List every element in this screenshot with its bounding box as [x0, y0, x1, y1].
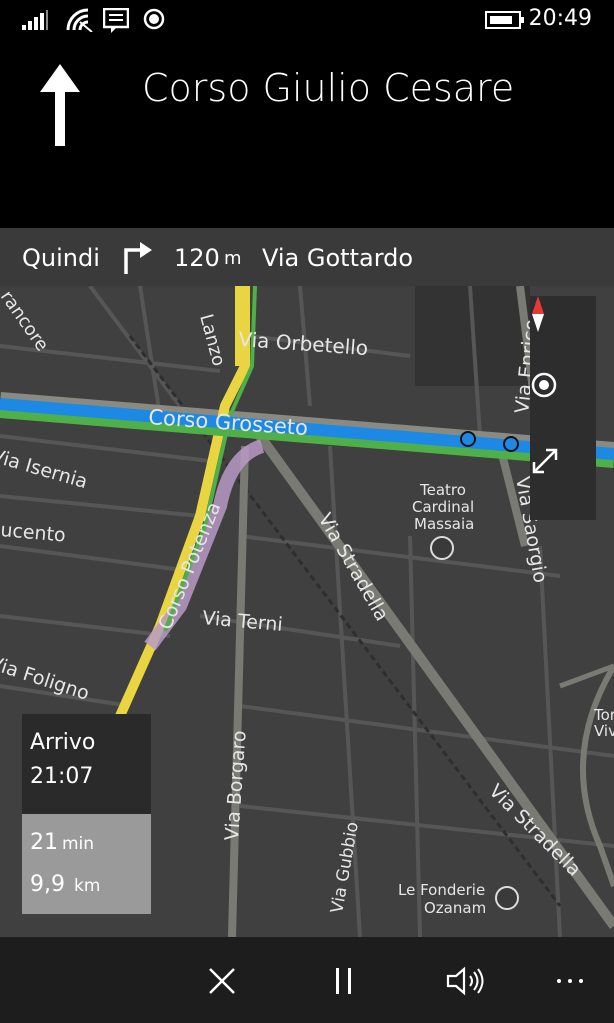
duration-unit: min [62, 834, 95, 854]
status-bar: 20:49 [0, 0, 614, 40]
battery-icon [485, 11, 525, 33]
expand-icon[interactable] [530, 446, 596, 520]
next-distance: 120 [174, 244, 220, 272]
map-label-cardinal: Cardinal [412, 498, 474, 516]
message-icon [102, 7, 130, 38]
map-label-viv: Viv [594, 722, 614, 740]
next-turn-bar: Quindi 120 m Via Gottardo [0, 228, 614, 286]
map-label-massaia: Massaia [414, 515, 474, 533]
eta-panel[interactable]: Arrivo 21:07 21 min 9,9 km [22, 714, 151, 914]
turn-right-icon [122, 240, 156, 282]
arrival-section: Arrivo 21:07 [22, 714, 151, 814]
map-controls [530, 296, 596, 520]
pause-icon[interactable] [322, 959, 366, 1003]
close-icon[interactable] [200, 959, 244, 1003]
next-street: Via Gottardo [262, 244, 414, 272]
map-label-le-fonderie: Le Fonderie [398, 881, 485, 899]
next-label: Quindi [22, 244, 100, 272]
arrival-time: 21:07 [30, 764, 94, 789]
trip-section: 21 min 9,9 km [22, 814, 151, 914]
more-icon[interactable] [548, 959, 592, 1003]
wifi-icon [66, 8, 94, 36]
volume-icon[interactable] [444, 959, 488, 1003]
compass-icon[interactable] [530, 296, 596, 370]
next-distance-unit: m [224, 248, 242, 269]
locate-icon[interactable] [530, 371, 596, 445]
signal-icon [22, 10, 48, 34]
app-bar [0, 937, 614, 1023]
duration-value: 21 [30, 830, 58, 855]
current-street: Corso Giulio Cesare [142, 66, 515, 110]
map-label-teatro: Teatro [419, 481, 466, 499]
record-icon [143, 8, 165, 34]
arrival-label: Arrivo [30, 730, 96, 755]
distance-unit: km [74, 876, 101, 896]
arrow-up-icon [38, 62, 82, 152]
distance-value: 9,9 [30, 872, 65, 897]
instruction-banner: Corso Giulio Cesare [0, 40, 614, 228]
map-label-ozanam: Ozanam [424, 899, 486, 917]
clock: 20:49 [528, 6, 592, 31]
map-view[interactable]: Corso Grosseto Via Orbetello Via Enrico … [0, 286, 614, 937]
